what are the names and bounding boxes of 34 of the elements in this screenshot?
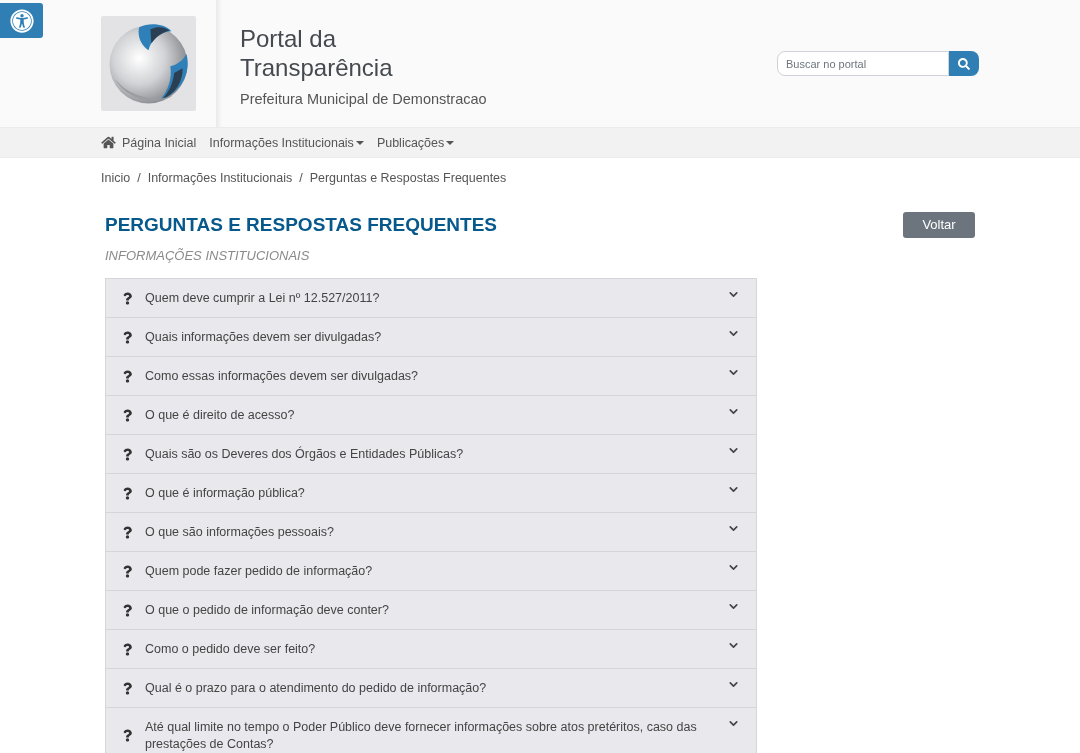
search-icon	[958, 57, 970, 70]
question-icon	[123, 681, 132, 695]
breadcrumb-separator: /	[137, 170, 141, 186]
question-icon	[123, 603, 132, 617]
accessibility-icon	[9, 8, 34, 33]
back-button[interactable]: Voltar	[903, 212, 975, 238]
question-icon	[123, 408, 132, 422]
question-icon	[123, 330, 132, 344]
page-subtitle: INFORMAÇÕES INSTITUCIONAIS	[105, 247, 311, 265]
breadcrumb-current: Perguntas e Respostas Frequentes	[309, 170, 507, 186]
caret-icon	[446, 140, 455, 145]
search-button[interactable]	[949, 51, 979, 76]
search-field[interactable]: Buscar no portal	[777, 51, 949, 76]
breadcrumb-link[interactable]: Informações Institucionais	[147, 170, 293, 186]
nav-link[interactable]: Informações Institucionais	[209, 134, 364, 151]
question-icon	[123, 525, 132, 539]
sphere-logo-icon	[101, 16, 196, 111]
nav-link[interactable]: Publicações	[376, 134, 455, 151]
caret-icon	[355, 140, 364, 145]
question-icon	[123, 486, 132, 500]
question-icon	[123, 291, 132, 305]
question-icon	[123, 642, 132, 656]
question-icon	[123, 447, 132, 461]
site-subtitle: Prefeitura Municipal de Demonstracao	[240, 90, 487, 108]
breadcrumb-link[interactable]: Inicio	[101, 170, 131, 186]
question-icon	[123, 369, 132, 383]
accessibility-button[interactable]	[0, 3, 43, 38]
question-icon	[123, 564, 132, 578]
site-title: Portal da Transparência	[240, 24, 394, 82]
nav-link[interactable]: Página Inicial	[101, 134, 197, 151]
breadcrumb-separator: /	[299, 170, 303, 186]
home-icon	[101, 136, 116, 149]
page-title: PERGUNTAS E RESPOSTAS FREQUENTES	[105, 213, 497, 237]
question-icon	[123, 729, 132, 742]
